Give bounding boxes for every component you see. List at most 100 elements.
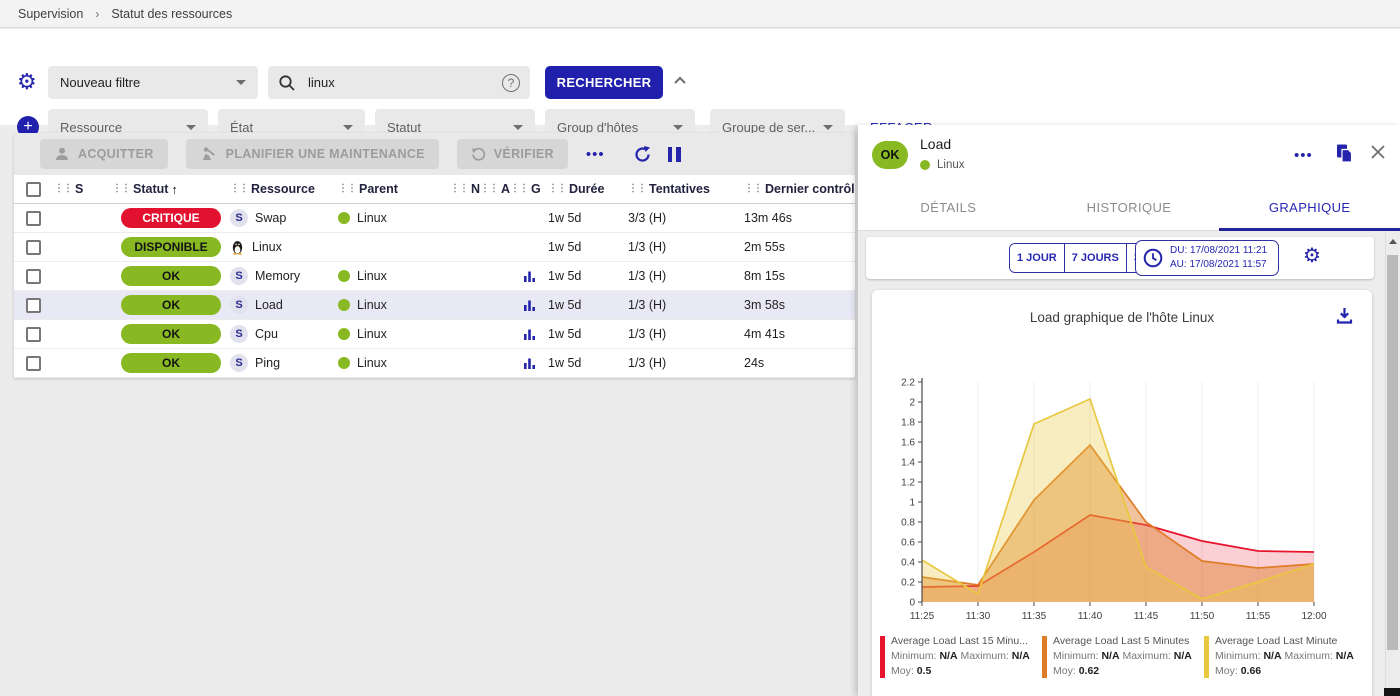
row-checkbox[interactable]: [26, 356, 41, 371]
resource-name[interactable]: Memory: [255, 269, 300, 283]
panel-tabs: DÉTAILS HISTORIQUE GRAPHIQUE: [858, 185, 1400, 231]
status-badge: CRITIQUE: [121, 208, 221, 228]
saved-filter-select[interactable]: Nouveau filtre: [48, 66, 258, 99]
search-help-icon[interactable]: ?: [502, 74, 520, 92]
graph-icon[interactable]: [523, 299, 536, 312]
column-header-last-check[interactable]: ⋮⋮Dernier contrôle: [744, 182, 855, 196]
row-checkbox[interactable]: [26, 298, 41, 313]
copy-link-icon[interactable]: [1335, 143, 1354, 164]
parent-name[interactable]: Linux: [357, 356, 387, 370]
column-header-n[interactable]: ⋮⋮N: [450, 182, 480, 196]
schedule-maintenance-button[interactable]: PLANIFIER UNE MAINTENANCE: [186, 139, 439, 169]
graph-icon[interactable]: [523, 270, 536, 283]
status-badge: OK: [121, 266, 221, 286]
parent-name[interactable]: Linux: [357, 269, 387, 283]
scroll-up-arrow[interactable]: [1389, 239, 1397, 244]
row-checkbox[interactable]: [26, 211, 41, 226]
search-button[interactable]: RECHERCHER: [545, 66, 663, 99]
column-label: N: [471, 182, 480, 196]
collapse-filters-icon[interactable]: [672, 74, 688, 86]
tab-details[interactable]: DÉTAILS: [858, 185, 1039, 230]
table-row-selected[interactable]: OK SLoad Linux 1w 5d 1/3 (H) 3m 58s: [14, 291, 855, 320]
parent-name[interactable]: Linux: [357, 298, 387, 312]
table-row[interactable]: OK SCpu Linux 1w 5d 1/3 (H) 4m 41s: [14, 320, 855, 349]
column-header-tries[interactable]: ⋮⋮Tentatives: [628, 182, 744, 196]
resource-name[interactable]: Load: [255, 298, 283, 312]
range-7-days-button[interactable]: 7 JOURS: [1065, 244, 1127, 272]
column-label: A: [501, 182, 510, 196]
legend-item-load5[interactable]: Average Load Last 5 Minutes Minimum: N/A…: [1042, 634, 1204, 680]
duration-value: 1w 5d: [548, 298, 628, 312]
close-panel-icon[interactable]: [1370, 144, 1386, 160]
column-header-g[interactable]: ⋮⋮G: [510, 182, 548, 196]
svg-text:11:30: 11:30: [966, 611, 991, 622]
filter-settings-gear-icon[interactable]: ⚙: [17, 71, 37, 93]
column-header-a[interactable]: ⋮⋮A: [480, 182, 510, 196]
resource-name[interactable]: Swap: [255, 211, 286, 225]
chevron-down-icon: [343, 125, 353, 130]
check-button[interactable]: VÉRIFIER: [457, 139, 568, 169]
legend-series-name: Average Load Last 5 Minutes: [1053, 634, 1192, 649]
column-header-severity[interactable]: ⋮⋮S: [54, 182, 112, 196]
pause-icon[interactable]: [668, 147, 681, 162]
column-label: Durée: [569, 182, 604, 196]
table-row[interactable]: CRITIQUE SSwap Linux 1w 5d 3/3 (H) 13m 4…: [14, 204, 855, 233]
custom-period-button[interactable]: DU: 17/08/2021 11:21 AU: 17/08/2021 11:5…: [1135, 240, 1279, 276]
legend-item-load1[interactable]: Average Load Last Minute Minimum: N/A Ma…: [1204, 634, 1366, 680]
service-icon: S: [230, 267, 248, 285]
graph-icon[interactable]: [523, 328, 536, 341]
breadcrumb-supervision[interactable]: Supervision: [18, 7, 83, 21]
scrollbar-thumb[interactable]: [1387, 255, 1398, 650]
panel-parent-name[interactable]: Linux: [937, 159, 965, 171]
search-input[interactable]: [306, 74, 492, 91]
legend-swatch: [1204, 636, 1209, 678]
column-header-parent[interactable]: ⋮⋮Parent: [338, 182, 450, 196]
period-from-label: DU:: [1170, 245, 1187, 256]
breadcrumb-statut-ressources[interactable]: Statut des ressources: [111, 7, 232, 21]
drag-handle-icon: ⋮⋮: [338, 184, 356, 194]
refresh-icon[interactable]: [633, 145, 652, 164]
panel-more-icon[interactable]: •••: [1294, 147, 1313, 164]
saved-filter-value: Nouveau filtre: [60, 75, 140, 90]
drag-handle-icon: ⋮⋮: [548, 184, 566, 194]
acknowledge-button[interactable]: ACQUITTER: [40, 139, 168, 169]
period-from-value: 17/08/2021 11:21: [1190, 245, 1267, 256]
table-row[interactable]: OK SMemory Linux 1w 5d 1/3 (H) 8m 15s: [14, 262, 855, 291]
svg-text:11:35: 11:35: [1022, 611, 1047, 622]
parent-name[interactable]: Linux: [357, 211, 387, 225]
row-checkbox[interactable]: [26, 327, 41, 342]
graph-settings-gear-icon[interactable]: ⚙: [1303, 246, 1321, 266]
row-checkbox[interactable]: [26, 269, 41, 284]
graph-title: Load graphique de l'hôte Linux: [872, 310, 1372, 325]
more-actions-icon[interactable]: •••: [586, 146, 605, 163]
resource-name[interactable]: Cpu: [255, 327, 278, 341]
table-header-row: ⋮⋮S ⋮⋮Statut↑ ⋮⋮Ressource ⋮⋮Parent ⋮⋮N ⋮…: [14, 175, 855, 204]
drag-handle-icon: ⋮⋮: [628, 184, 646, 194]
download-graph-icon[interactable]: [1335, 306, 1354, 325]
tab-graph[interactable]: GRAPHIQUE: [1219, 185, 1400, 230]
row-checkbox[interactable]: [26, 240, 41, 255]
table-row[interactable]: DISPONIBLE Linux 1w 5d 1/3 (H) 2m 55s: [14, 233, 855, 262]
tab-history[interactable]: HISTORIQUE: [1039, 185, 1220, 230]
parent-name[interactable]: Linux: [357, 327, 387, 341]
resource-name[interactable]: Linux: [252, 240, 282, 254]
load-area-chart[interactable]: 00.20.40.60.811.21.41.61.822.211:2511:30…: [872, 368, 1372, 636]
column-header-duration[interactable]: ⋮⋮Durée: [548, 182, 628, 196]
svg-text:2: 2: [909, 398, 915, 409]
range-1-day-button[interactable]: 1 JOUR: [1010, 244, 1065, 272]
column-header-status[interactable]: ⋮⋮Statut↑: [112, 182, 230, 197]
resource-name[interactable]: Ping: [255, 356, 280, 370]
table-row[interactable]: OK SPing Linux 1w 5d 1/3 (H) 24s: [14, 349, 855, 378]
parent-status-dot: [338, 357, 350, 369]
drag-handle-icon: ⋮⋮: [744, 184, 762, 194]
graph-icon[interactable]: [523, 357, 536, 370]
select-all-checkbox[interactable]: [26, 182, 41, 197]
graph-card: Load graphique de l'hôte Linux 00.20.40.…: [872, 290, 1372, 696]
legend-item-load15[interactable]: Average Load Last 15 Minu... Minimum: N/…: [880, 634, 1042, 680]
duration-value: 1w 5d: [548, 269, 628, 283]
filter-section: ⚙ Nouveau filtre ? RECHERCHER + Ressourc…: [0, 29, 1400, 125]
tries-value: 1/3 (H): [628, 240, 744, 254]
column-header-resource[interactable]: ⋮⋮Ressource: [230, 182, 338, 196]
svg-text:0.4: 0.4: [901, 558, 915, 569]
linux-penguin-icon: [230, 239, 245, 255]
